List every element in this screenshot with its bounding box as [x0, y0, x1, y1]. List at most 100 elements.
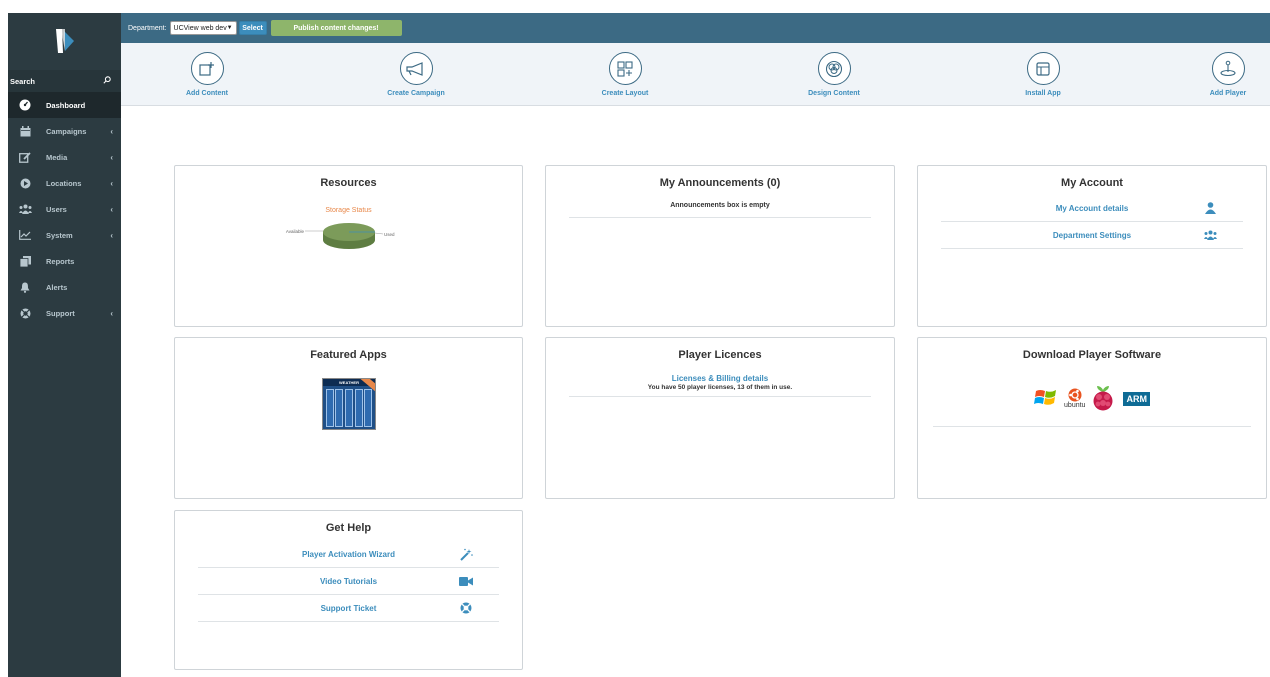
sidebar-item-label: Locations: [46, 178, 82, 188]
users-icon: [18, 203, 32, 215]
account-details-link[interactable]: My Account details: [941, 204, 1243, 213]
sidebar-item-support[interactable]: Support ‹: [8, 300, 121, 326]
sidebar-item-locations[interactable]: Locations ‹: [8, 170, 121, 196]
announcements-panel: My Announcements (0) Announcements box i…: [545, 165, 895, 327]
download-player-title: Download Player Software: [1022, 349, 1162, 361]
sidebar: Search Dashboard Campaigns ‹ Media ‹ Loc…: [8, 13, 121, 677]
resources-title: Resources: [320, 177, 377, 189]
chart-icon: [18, 229, 32, 241]
sidebar-item-media[interactable]: Media ‹: [8, 144, 121, 170]
magic-wand-icon: [458, 546, 474, 562]
sidebar-item-label: Support: [46, 308, 75, 318]
install-app-action[interactable]: Install App: [998, 52, 1088, 97]
ubuntu-icon[interactable]: ubuntu: [1064, 388, 1085, 409]
app-logo[interactable]: [8, 13, 121, 68]
design-content-action[interactable]: Design Content: [789, 52, 879, 97]
storage-pie-chart: Available Used: [286, 223, 395, 249]
design-content-label[interactable]: Design Content: [808, 90, 860, 97]
chevron-left-icon: ‹: [110, 126, 113, 136]
create-campaign-label[interactable]: Create Campaign: [387, 90, 445, 97]
calendar-icon: [18, 125, 32, 137]
lifebuoy-icon: [18, 307, 32, 319]
sidebar-item-campaigns[interactable]: Campaigns ‹: [8, 118, 121, 144]
activation-wizard-link[interactable]: Player Activation Wizard: [198, 550, 499, 559]
search-icon[interactable]: [103, 76, 111, 86]
licenses-billing-link[interactable]: Licenses & Billing details: [569, 374, 871, 383]
arm-logo[interactable]: ARM: [1123, 391, 1150, 406]
add-player-action[interactable]: Add Player: [1183, 52, 1270, 97]
sidebar-search-label: Search: [10, 76, 36, 86]
chevron-left-icon: ‹: [110, 204, 113, 214]
sidebar-item-label: Reports: [46, 256, 75, 266]
department-settings-link-row[interactable]: Department Settings: [941, 222, 1243, 249]
create-campaign-action[interactable]: Create Campaign: [371, 52, 461, 97]
caret-down-icon: ▼: [226, 25, 233, 31]
department-label: Department:: [128, 24, 167, 32]
sidebar-item-label: System: [46, 230, 73, 240]
lifebuoy-icon: [458, 600, 474, 616]
install-app-label[interactable]: Install App: [1025, 90, 1061, 97]
top-bar: Department: UCView web dev ▼ Select Publ…: [121, 13, 1270, 43]
location-icon: [18, 177, 32, 189]
chevron-left-icon: ‹: [110, 308, 113, 318]
player-licences-title: Player Licences: [678, 349, 762, 361]
chevron-left-icon: ‹: [110, 230, 113, 240]
app-window-icon[interactable]: [1026, 52, 1060, 85]
video-tutorials-link[interactable]: Video Tutorials: [198, 577, 499, 586]
featured-app-thumbnail[interactable]: WEATHER: [322, 378, 376, 430]
video-tutorials-link-row[interactable]: Video Tutorials: [198, 568, 499, 595]
support-ticket-link[interactable]: Support Ticket: [198, 604, 499, 613]
chevron-left-icon: ‹: [110, 178, 113, 188]
chevron-left-icon: ‹: [110, 152, 113, 162]
sidebar-item-label: Dashboard: [46, 100, 86, 110]
sidebar-item-label: Users: [46, 204, 67, 214]
publish-changes-button[interactable]: Publish content changes!: [270, 20, 402, 36]
get-help-title: Get Help: [325, 522, 372, 534]
select-button[interactable]: Select: [238, 21, 267, 35]
pie-legend-available: Available: [286, 229, 305, 234]
featured-apps-title: Featured Apps: [310, 349, 387, 361]
windows-icon[interactable]: [1034, 387, 1058, 411]
create-layout-action[interactable]: Create Layout: [580, 52, 670, 97]
user-icon: [1202, 200, 1218, 216]
sidebar-item-label: Campaigns: [46, 126, 87, 136]
layout-grid-icon[interactable]: [608, 52, 642, 85]
sidebar-item-reports[interactable]: Reports: [8, 248, 121, 274]
my-account-panel: My Account My Account details Department…: [917, 165, 1267, 327]
users-icon: [1202, 227, 1218, 243]
get-help-panel: Get Help Player Activation Wizard Video …: [174, 510, 523, 670]
video-camera-icon: [458, 573, 474, 589]
support-ticket-link-row[interactable]: Support Ticket: [198, 595, 499, 622]
add-content-icon[interactable]: [190, 52, 224, 85]
sidebar-item-dashboard[interactable]: Dashboard: [8, 92, 121, 118]
edit-icon: [18, 151, 32, 163]
department-settings-link[interactable]: Department Settings: [941, 231, 1243, 240]
sidebar-item-label: Alerts: [46, 282, 68, 292]
sidebar-item-users[interactable]: Users ‹: [8, 196, 121, 222]
sidebar-search[interactable]: Search: [8, 70, 121, 92]
featured-apps-panel: Featured Apps WEATHER: [174, 337, 523, 499]
dashboard-icon: [18, 99, 32, 111]
player-icon[interactable]: [1211, 52, 1245, 85]
raspberry-pi-icon[interactable]: [1091, 384, 1115, 414]
design-icon[interactable]: [817, 52, 851, 85]
activation-wizard-link-row[interactable]: Player Activation Wizard: [198, 541, 499, 568]
account-details-link-row[interactable]: My Account details: [941, 195, 1243, 222]
sidebar-item-system[interactable]: System ‹: [8, 222, 121, 248]
department-select[interactable]: UCView web dev ▼: [169, 21, 237, 35]
ubuntu-label: ubuntu: [1064, 402, 1086, 409]
bell-icon: [18, 281, 32, 293]
sidebar-item-alerts[interactable]: Alerts: [8, 274, 121, 300]
resources-panel: Resources Storage Status Available Used: [174, 165, 523, 327]
pie-legend-used: Used: [384, 232, 395, 237]
add-content-label[interactable]: Add Content: [186, 90, 228, 97]
licenses-usage-text: You have 50 player licenses, 13 of them …: [647, 384, 793, 391]
reports-icon: [18, 255, 32, 267]
add-player-label[interactable]: Add Player: [1210, 90, 1247, 97]
megaphone-icon[interactable]: [399, 52, 433, 85]
storage-chart-title: Storage Status: [325, 207, 372, 214]
create-layout-label[interactable]: Create Layout: [602, 90, 649, 97]
sidebar-item-label: Media: [46, 152, 68, 162]
add-content-action[interactable]: Add Content: [162, 52, 252, 97]
department-select-value: UCView web dev: [173, 24, 227, 32]
